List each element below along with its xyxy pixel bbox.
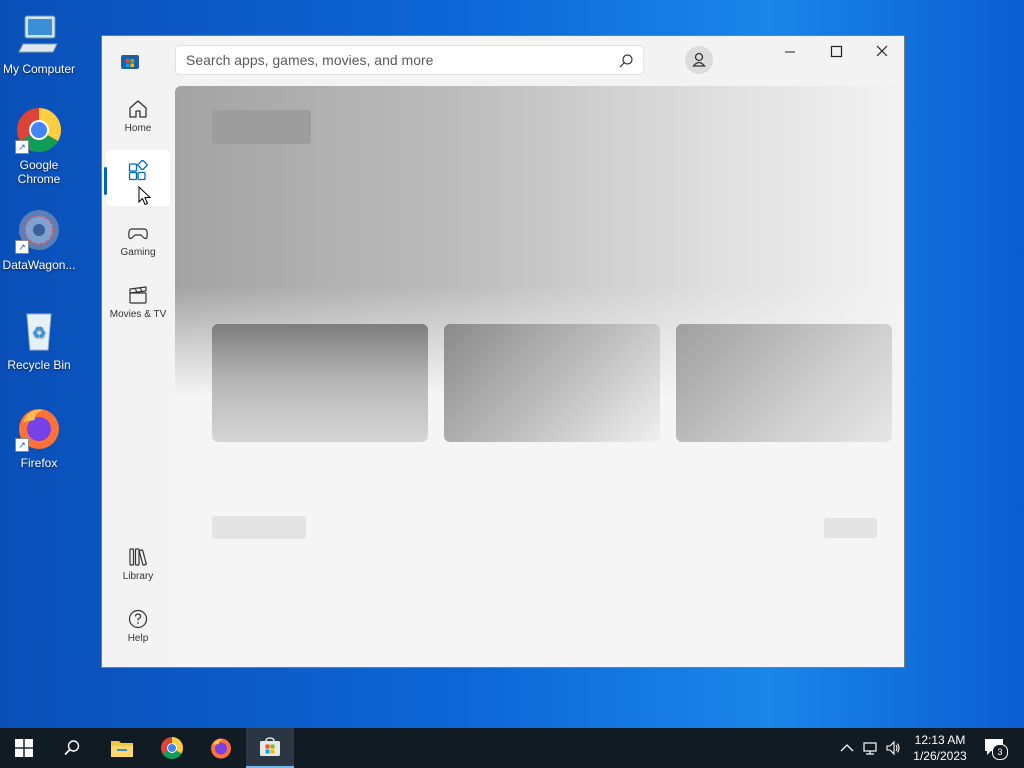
nav-item-gaming[interactable]: Gaming xyxy=(106,212,170,268)
library-icon xyxy=(127,546,149,568)
search-icon xyxy=(64,740,80,756)
notification-count-badge: 3 xyxy=(992,744,1008,760)
nav-item-label: Home xyxy=(124,123,152,134)
desktop-icon-label: My Computer xyxy=(2,62,76,76)
computer-icon xyxy=(15,10,63,58)
nav-item-label: Help xyxy=(127,633,149,644)
close-button[interactable] xyxy=(859,36,905,68)
desktop-icon-label: Firefox xyxy=(20,456,58,470)
desktop-icon-recycle-bin[interactable]: ♻ Recycle Bin xyxy=(0,306,78,372)
main-content xyxy=(175,86,904,667)
file-explorer-icon xyxy=(111,741,133,757)
desktop-icon-label: Recycle Bin xyxy=(7,358,71,372)
navigation-rail: Home Gaming Movies & TV Library Help xyxy=(102,86,175,667)
start-icon xyxy=(15,739,33,757)
network-icon[interactable] xyxy=(862,740,878,756)
chevron-up-icon[interactable] xyxy=(839,740,855,756)
see-all-placeholder[interactable] xyxy=(824,518,877,538)
microsoft-store-logo-icon xyxy=(121,53,139,69)
system-clock[interactable]: 12:13 AM 1/26/2023 xyxy=(906,732,974,764)
section-title-placeholder xyxy=(212,516,306,539)
microsoft-store-window: Home Gaming Movies & TV xyxy=(101,35,905,668)
desktop-icon-firefox[interactable]: ↗ Firefox xyxy=(0,404,78,470)
mouse-cursor-icon xyxy=(138,186,152,206)
search-icon[interactable] xyxy=(618,53,634,69)
desktop-icon-google-chrome[interactable]: ↗ Google Chrome xyxy=(0,106,78,186)
minimize-icon xyxy=(785,51,795,53)
taskbar-microsoft-store[interactable] xyxy=(246,728,294,768)
account-avatar[interactable] xyxy=(685,46,713,74)
chrome-icon xyxy=(161,737,183,759)
nav-item-label: Gaming xyxy=(120,247,156,258)
maximize-icon xyxy=(830,45,843,58)
featured-card-placeholder[interactable] xyxy=(212,324,428,442)
home-icon xyxy=(127,98,149,120)
search-box[interactable] xyxy=(175,45,644,75)
shortcut-arrow-icon: ↗ xyxy=(15,140,29,154)
firefox-icon: ↗ xyxy=(15,404,63,452)
help-icon xyxy=(127,608,149,630)
taskbar-chrome[interactable] xyxy=(148,728,196,768)
desktop-icon-label: DataWagon... xyxy=(2,258,76,272)
action-center-button[interactable]: 3 xyxy=(983,736,1008,760)
nav-item-label: Movies & TV xyxy=(109,309,167,320)
taskbar-firefox[interactable] xyxy=(197,728,245,768)
shortcut-arrow-icon: ↗ xyxy=(15,240,29,254)
gamepad-icon xyxy=(127,222,149,244)
taskbar-file-explorer[interactable] xyxy=(98,728,146,768)
maximize-button[interactable] xyxy=(813,36,859,68)
microsoft-store-icon xyxy=(260,737,280,756)
clapperboard-icon xyxy=(127,284,149,306)
featured-card-placeholder[interactable] xyxy=(444,324,660,442)
nav-item-help[interactable]: Help xyxy=(106,598,170,654)
start-button[interactable] xyxy=(0,728,48,768)
taskbar: 12:13 AM 1/26/2023 3 xyxy=(0,728,1024,768)
nav-item-label: Library xyxy=(122,571,154,582)
desktop-icon-datawagon[interactable]: ↗ DataWagon... xyxy=(0,206,78,272)
firefox-icon xyxy=(211,738,231,759)
volume-icon[interactable] xyxy=(885,740,901,756)
svg-text:♻: ♻ xyxy=(32,323,46,342)
recycle-bin-icon: ♻ xyxy=(15,306,63,354)
minimize-button[interactable] xyxy=(767,36,813,68)
datawagon-icon: ↗ xyxy=(15,206,63,254)
apps-icon xyxy=(127,159,149,182)
nav-item-home[interactable]: Home xyxy=(106,88,170,144)
nav-item-movies-tv[interactable]: Movies & TV xyxy=(106,274,170,330)
clock-date: 1/26/2023 xyxy=(913,749,967,763)
clock-time: 12:13 AM xyxy=(914,733,966,747)
desktop-icon-label: Google Chrome xyxy=(17,158,61,186)
desktop-icon-my-computer[interactable]: My Computer xyxy=(0,10,78,76)
active-indicator xyxy=(104,167,107,195)
nav-item-library[interactable]: Library xyxy=(106,536,170,592)
shortcut-arrow-icon: ↗ xyxy=(15,438,29,452)
featured-card-placeholder[interactable] xyxy=(676,324,892,442)
hero-title-placeholder xyxy=(212,110,311,144)
chrome-icon: ↗ xyxy=(15,106,63,154)
search-input[interactable] xyxy=(176,46,616,74)
taskbar-search-button[interactable] xyxy=(48,728,96,768)
close-icon xyxy=(876,45,888,57)
user-icon xyxy=(692,52,706,67)
title-bar xyxy=(102,36,904,86)
